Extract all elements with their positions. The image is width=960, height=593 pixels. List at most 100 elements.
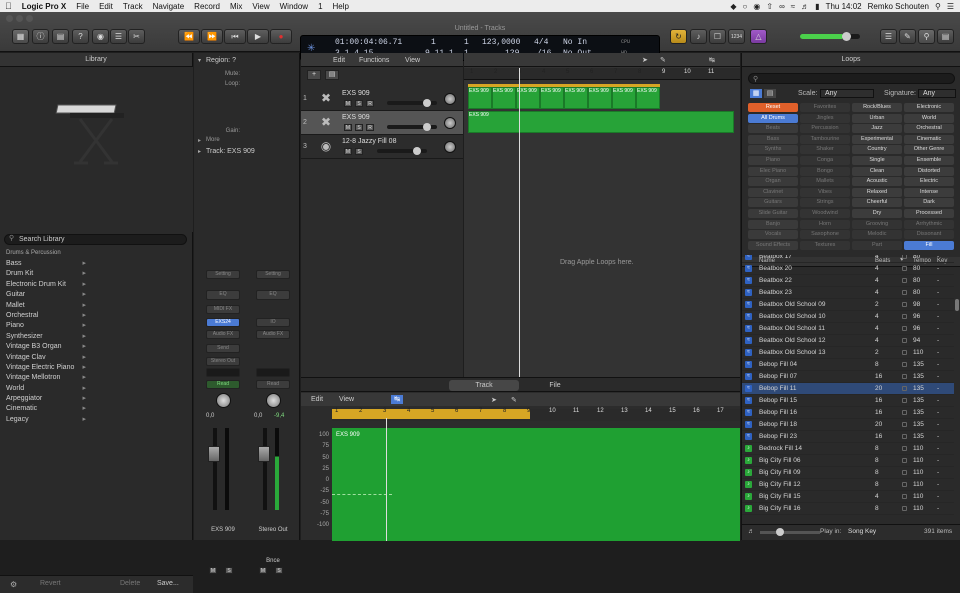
library-item[interactable]: Vintage Electric Piano ▸ [0, 363, 90, 373]
loop-row[interactable]: ≈ Beatbox Old School 10 4 96 - [742, 311, 954, 323]
keyword-button[interactable]: Intense [904, 187, 954, 197]
menu-help[interactable]: Help [328, 2, 354, 11]
strip-mute-button[interactable]: M [259, 567, 267, 574]
automation-read-button[interactable]: Read [256, 380, 290, 389]
mute-button[interactable]: M [344, 100, 352, 107]
keyword-button[interactable]: Cheerful [852, 198, 902, 208]
track-volume-slider[interactable] [377, 147, 427, 155]
library-item[interactable]: Vintage Mellotron ▸ [0, 373, 90, 383]
delete-button[interactable]: Delete [120, 580, 140, 587]
play-in-select[interactable]: Song Key [848, 528, 876, 535]
keyword-button[interactable]: Saxophone [800, 230, 850, 240]
keyword-button[interactable]: Strings [800, 198, 850, 208]
keyword-button[interactable]: Dark [904, 198, 954, 208]
library-item[interactable]: Mallet ▸ [0, 301, 90, 311]
bluetooth-icon[interactable]: ∞ [779, 2, 785, 11]
tab-file[interactable]: File [520, 380, 590, 391]
revert-button[interactable]: Revert [40, 580, 61, 587]
app-menu[interactable]: Logic Pro X [17, 2, 71, 11]
cycle-button[interactable]: ↻ [670, 29, 687, 44]
keyword-button[interactable]: Fill [904, 240, 954, 250]
keyword-button[interactable]: Rock/Blues [852, 103, 902, 112]
midi-region[interactable]: EXS 909 [636, 87, 660, 109]
track-row[interactable]: 1 ✖ EXS 909 M S R [301, 87, 463, 111]
library-item[interactable]: Legacy ▸ [0, 415, 90, 425]
volume-knob[interactable] [423, 99, 431, 107]
favorite-checkbox[interactable] [902, 290, 907, 295]
pointer-tool-icon[interactable]: ➤ [491, 396, 497, 404]
library-item[interactable]: Arpeggiator ▸ [0, 394, 90, 404]
loop-row[interactable]: ♪ Big City Fill 12 8 110 - [742, 479, 954, 491]
smart-controls-button[interactable]: ◉ [92, 29, 109, 44]
setting-button[interactable]: Setting [206, 270, 240, 279]
toolbar-button[interactable]: ▤ [52, 29, 69, 44]
loop-row[interactable]: ≈ Beatbox Old School 09 2 98 - [742, 299, 954, 311]
keyword-button[interactable]: Synths [748, 145, 798, 155]
tuner-button[interactable]: ♪ [690, 29, 707, 44]
pointer-tool-icon[interactable]: ➤ [642, 56, 648, 64]
loop-row[interactable]: ♪ Bedrock Fill 14 8 110 - [742, 443, 954, 455]
keyword-button[interactable]: Cinematic [904, 134, 954, 144]
keyword-button[interactable]: Experimental [852, 134, 902, 144]
keyword-button[interactable]: Dissonant [904, 230, 954, 240]
menu-mix[interactable]: Mix [225, 2, 247, 11]
keyword-button[interactable]: World [904, 113, 954, 123]
audio-fx-slot[interactable]: Audio FX [206, 330, 240, 339]
volume-knob[interactable] [423, 123, 431, 131]
favorite-checkbox[interactable] [902, 398, 907, 403]
battery-icon[interactable]: ▮ [815, 2, 819, 11]
keyword-button[interactable]: Clavinet [748, 187, 798, 197]
keyword-button[interactable]: Urban [852, 113, 902, 123]
favorite-checkbox[interactable] [902, 410, 907, 415]
notification-icon[interactable]: ☰ [947, 2, 954, 11]
keyword-button[interactable]: Percussion [800, 124, 850, 134]
library-item[interactable]: Drum Kit ▸ [0, 269, 90, 279]
group-slot[interactable] [256, 368, 290, 377]
favorite-checkbox[interactable] [902, 386, 907, 391]
keyword-button[interactable]: Woodwind [800, 209, 850, 218]
midi-region[interactable]: EXS 909 [492, 87, 516, 109]
favorite-checkbox[interactable] [902, 326, 907, 331]
track-row[interactable]: 3 ◉ 12-8 Jazzy Fill 08 M S [301, 135, 463, 159]
loop-row[interactable]: ≈ Beatbox 20 4 80 - [742, 263, 954, 275]
track-volume-slider[interactable] [387, 99, 437, 107]
library-item[interactable]: Vintage Clav ▸ [0, 353, 90, 363]
track-name[interactable]: EXS 909 [342, 90, 370, 97]
add-track-button[interactable]: + [307, 70, 321, 80]
output-slot[interactable]: Stereo Out [206, 357, 240, 366]
tab-track[interactable]: Track [449, 380, 519, 391]
folder-icon[interactable]: ▤ [325, 70, 339, 80]
notepad-button[interactable]: ✎ [899, 29, 916, 44]
loop-row[interactable]: ≈ Beatbox 22 4 80 - [742, 275, 954, 287]
loop-row[interactable]: ≈ Bebop Fill 15 16 135 - [742, 395, 954, 407]
record-enable-button[interactable]: R [366, 100, 374, 107]
loop-row[interactable]: ≈ Beatbox Old School 11 4 96 - [742, 323, 954, 335]
keyword-button[interactable]: Piano [748, 156, 798, 165]
scale-select[interactable]: Any [820, 89, 874, 98]
midi-region[interactable]: EXS 909 [612, 87, 636, 109]
preview-volume-knob[interactable] [776, 528, 784, 536]
keyword-button[interactable]: Banjo [748, 219, 798, 229]
favorite-checkbox[interactable] [902, 422, 907, 427]
mixer-button[interactable]: ☰ [110, 29, 127, 44]
count-in-button[interactable]: 1234 [728, 29, 745, 44]
keyword-button[interactable]: Vocals [748, 230, 798, 240]
creative-cloud-icon[interactable]: ○ [743, 2, 748, 11]
track-volume-slider[interactable] [387, 123, 437, 131]
keyword-button[interactable]: Bongo [800, 166, 850, 176]
favorite-checkbox[interactable] [902, 470, 907, 475]
editor-playhead[interactable] [386, 418, 387, 541]
arrange-ruler[interactable] [464, 68, 740, 90]
clock[interactable]: Thu 14:02 [826, 2, 862, 11]
keyword-button[interactable]: Slide Guitar [748, 209, 798, 218]
keyword-button[interactable]: Melodic [852, 230, 902, 240]
inspector-button[interactable]: ⓘ [32, 29, 49, 44]
search-icon[interactable]: ⚲ [935, 2, 941, 11]
master-volume-knob[interactable] [842, 32, 851, 41]
library-item[interactable]: Orchestral ▸ [0, 311, 90, 321]
audio-fx-slot[interactable]: Audio FX [256, 330, 290, 339]
keyword-button[interactable]: Tambourine [800, 134, 850, 144]
loop-row[interactable]: ≈ Bebop Fill 11 20 135 - [742, 383, 954, 395]
volume-fader[interactable] [208, 446, 220, 462]
browser-button[interactable]: ▤ [937, 29, 954, 44]
